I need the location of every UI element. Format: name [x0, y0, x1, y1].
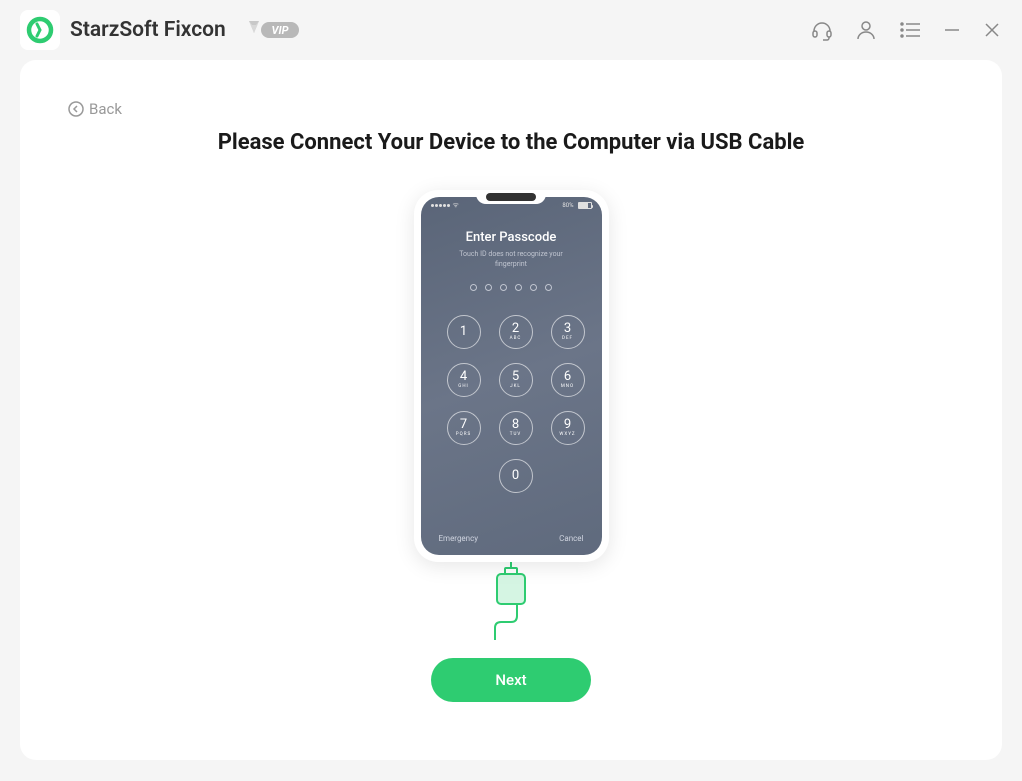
next-button[interactable]: Next [431, 658, 591, 702]
battery-status: 80% [562, 201, 591, 210]
logo-icon [26, 16, 54, 44]
title-left: StarzSoft Fixcon VIP [20, 10, 301, 50]
key-8: 8TUV [499, 411, 533, 445]
phone-screen: ᯤ 80% Enter Passcode Touch ID does not r… [421, 197, 602, 555]
battery-pct: 80% [562, 202, 573, 209]
passcode-dots [421, 284, 602, 291]
svg-text:VIP: VIP [271, 24, 288, 37]
title-bar: StarzSoft Fixcon VIP [0, 0, 1022, 60]
back-icon [68, 101, 84, 117]
battery-icon [578, 202, 592, 209]
back-label: Back [89, 100, 122, 118]
minimize-icon[interactable] [942, 20, 962, 40]
app-logo [20, 10, 60, 50]
key-3: 3DEF [551, 315, 585, 349]
app-title: StarzSoft Fixcon [70, 18, 226, 42]
phone-illustration: ᯤ 80% Enter Passcode Touch ID does not r… [414, 190, 609, 562]
user-icon[interactable] [854, 18, 878, 42]
passcode-subtitle: Touch ID does not recognize your fingerp… [421, 250, 602, 270]
page-heading: Please Connect Your Device to the Comput… [60, 130, 962, 155]
support-icon[interactable] [810, 18, 834, 42]
key-7: 7PQRS [447, 411, 481, 445]
phone-bottom-row: Emergency Cancel [421, 534, 602, 543]
emergency-label: Emergency [439, 534, 479, 543]
phone-container: ᯤ 80% Enter Passcode Touch ID does not r… [60, 190, 962, 702]
signal-icon: ᯤ [431, 201, 459, 210]
key-2: 2ABC [499, 315, 533, 349]
back-button[interactable]: Back [68, 100, 122, 118]
key-0: 0 [499, 459, 533, 493]
vip-icon: VIP [241, 17, 301, 43]
title-right [810, 18, 1002, 42]
key-5: 5JKL [499, 363, 533, 397]
vip-badge[interactable]: VIP [241, 17, 301, 43]
usb-cable-icon [491, 560, 531, 640]
menu-icon[interactable] [898, 18, 922, 42]
phone-notch [476, 190, 546, 204]
key-6: 6MNO [551, 363, 585, 397]
cancel-label: Cancel [559, 534, 583, 543]
passcode-title: Enter Passcode [421, 230, 602, 245]
main-card: Back Please Connect Your Device to the C… [20, 60, 1002, 760]
close-icon[interactable] [982, 20, 1002, 40]
key-4: 4GHI [447, 363, 481, 397]
key-9: 9WXYZ [551, 411, 585, 445]
key-1: 1 [447, 315, 481, 349]
keypad: 1 2ABC 3DEF 4GHI 5JKL 6MNO 7PQRS 8TUV 9W… [421, 315, 602, 493]
